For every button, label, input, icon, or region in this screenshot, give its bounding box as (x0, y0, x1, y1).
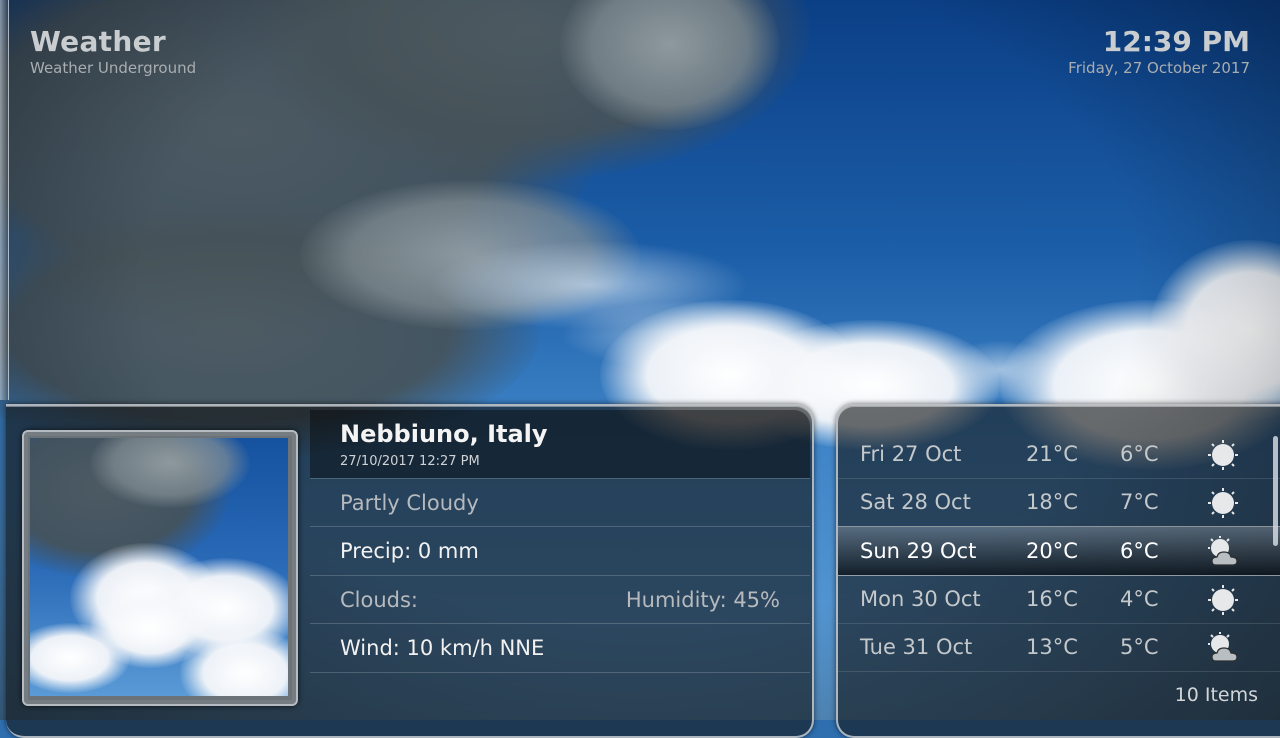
condition-row: Partly Cloudy (310, 478, 810, 527)
forecast-day: Fri 27 Oct (860, 442, 962, 466)
precip-text: Precip: 0 mm (340, 539, 479, 563)
location-name: Nebbiuno, Italy (340, 420, 548, 448)
left-edge-bar (0, 0, 9, 400)
observation-time: 27/10/2017 12:27 PM (340, 454, 480, 469)
forecast-day: Tue 31 Oct (860, 635, 973, 659)
partly-cloudy-icon (1208, 632, 1238, 662)
page-title: Weather (30, 25, 166, 58)
sun-icon (1208, 585, 1238, 615)
forecast-high: 13°C (1026, 635, 1078, 659)
forecast-day: Sat 28 Oct (860, 490, 971, 514)
forecast-low: 6°C (1120, 539, 1159, 563)
forecast-low: 7°C (1120, 490, 1159, 514)
clock: 12:39 PM (1102, 25, 1250, 58)
clouds-label: Clouds: (340, 588, 419, 612)
forecast-low: 6°C (1120, 442, 1159, 466)
precip-row: Precip: 0 mm (310, 526, 810, 575)
forecast-high: 20°C (1026, 539, 1078, 563)
forecast-row-tue[interactable]: Tue 31 Oct 13°C 5°C (838, 623, 1280, 672)
forecast-scrollbar[interactable] (1273, 436, 1278, 546)
forecast-low: 5°C (1120, 635, 1159, 659)
wind-text: Wind: 10 km/h NNE (340, 636, 545, 660)
sun-icon (1208, 488, 1238, 518)
forecast-high: 18°C (1026, 490, 1078, 514)
forecast-day: Sun 29 Oct (860, 539, 977, 563)
forecast-high: 16°C (1026, 587, 1078, 611)
partly-cloudy-icon (1208, 536, 1238, 566)
forecast-row-fri[interactable]: Fri 27 Oct 21°C 6°C (838, 430, 1280, 479)
forecast-row-mon[interactable]: Mon 30 Oct 16°C 4°C (838, 575, 1280, 624)
forecast-low: 4°C (1120, 587, 1159, 611)
forecast-high: 21°C (1026, 442, 1078, 466)
humidity-text: Humidity: 45% (625, 588, 780, 612)
condition-text: Partly Cloudy (340, 491, 479, 515)
header-right: 12:39 PM Friday, 27 October 2017 (1068, 26, 1250, 78)
wind-row: Wind: 10 km/h NNE (310, 623, 810, 673)
forecast-row-sat[interactable]: Sat 28 Oct 18°C 7°C (838, 478, 1280, 527)
forecast-row-sun[interactable]: Sun 29 Oct 20°C 6°C (838, 526, 1280, 576)
weather-thumbnail (30, 438, 288, 696)
forecast-day: Mon 30 Oct (860, 587, 981, 611)
current-date: Friday, 27 October 2017 (1068, 59, 1250, 77)
item-count: 10 Items (1174, 684, 1258, 706)
sun-icon (1208, 440, 1238, 470)
clouds-humidity-row: Clouds: Humidity: 45% (310, 575, 810, 624)
header-left: Weather Weather Underground (30, 26, 196, 78)
page-subtitle: Weather Underground (30, 59, 197, 77)
